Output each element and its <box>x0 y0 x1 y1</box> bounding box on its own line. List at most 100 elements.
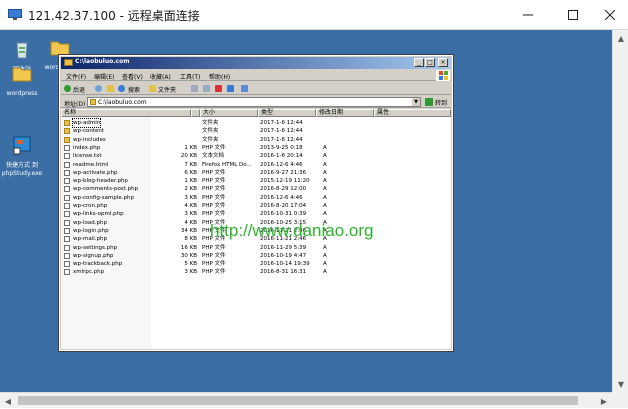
cell-name: wp-signup.php <box>73 252 114 259</box>
back-button[interactable]: 后退 <box>73 85 85 94</box>
file-icon <box>64 211 70 218</box>
cell-size: 30 KB <box>180 252 197 259</box>
cell-name: index.php <box>73 144 101 151</box>
scroll-down-icon[interactable]: ▼ <box>613 376 628 392</box>
table-row[interactable]: index.php 1 KB PHP 文件 2013-9-25 0:18 A <box>61 144 451 152</box>
table-row[interactable]: wp-comments-post.php 2 KB PHP 文件 2016-8-29 … <box>61 185 451 193</box>
menu-edit[interactable]: 编辑(E) <box>94 72 114 81</box>
table-row[interactable]: wp-settings.php 16 KB PHP 文件 2016-11-29 5:3… <box>61 244 451 252</box>
cell-name: xmlrpc.php <box>73 269 105 276</box>
cell-date: 2016-10-19 4:47 <box>260 252 307 259</box>
table-row[interactable]: wp-cron.php 4 KB PHP 文件 2016-8-20 17:04 A <box>61 202 451 210</box>
scroll-left-icon[interactable]: ◀ <box>0 393 16 409</box>
column-header-attributes[interactable]: 属性 <box>374 109 451 117</box>
cell-attributes: A <box>323 144 327 151</box>
cell-size: 3 KB <box>184 269 197 276</box>
explorer-minimize-button[interactable]: _ <box>414 58 424 67</box>
close-icon <box>605 10 615 20</box>
explorer-toolbar: 后退 搜索 文件夹 <box>61 82 451 95</box>
cell-size: 7 KB <box>184 161 197 168</box>
desktop-icon-phpstudy[interactable]: 快捷方式 到 phpStudy.exe <box>0 134 44 178</box>
file-icon <box>64 252 70 259</box>
desktop-icon-wordpress-2[interactable]: wordpress <box>0 62 44 98</box>
move-to-icon[interactable] <box>191 85 198 92</box>
address-label: 地址(D) <box>64 101 86 108</box>
cell-size: 20 KB <box>180 153 197 160</box>
folder-icon <box>12 67 32 82</box>
scroll-corner <box>612 392 628 408</box>
menu-tools[interactable]: 工具(T) <box>180 72 200 81</box>
horizontal-scroll-thumb[interactable] <box>18 396 578 405</box>
table-row[interactable]: wp-includes 文件夹 2017-1-6 12:44 <box>61 136 451 144</box>
vertical-scrollbar[interactable]: ▲ ▼ <box>612 30 628 392</box>
search-button[interactable]: 搜索 <box>128 85 140 94</box>
address-value: C:\laobuluo.com <box>98 99 147 106</box>
address-input[interactable]: C:\laobuluo.com ▼ <box>87 97 421 107</box>
folders-button[interactable]: 文件夹 <box>158 85 176 94</box>
explorer-maximize-button[interactable]: □ <box>425 58 435 67</box>
views-icon[interactable] <box>241 85 248 92</box>
explorer-titlebar: C:\laobuluo.com _ □ × <box>61 57 451 69</box>
menu-view[interactable]: 查看(V) <box>122 72 143 81</box>
go-button[interactable]: 转到 <box>435 98 447 107</box>
cell-date: 2016-10-14 19:39 <box>260 261 310 268</box>
column-header-type[interactable]: 类型 <box>258 109 316 117</box>
windows-logo-icon <box>436 70 450 81</box>
minimize-icon: _ <box>417 59 421 66</box>
cell-type: 文本文档 <box>202 153 225 160</box>
explorer-menubar: 文件(F) 编辑(E) 查看(V) 收藏(A) 工具(T) 帮助(H) <box>61 70 451 81</box>
chevron-down-icon[interactable]: ▼ <box>412 98 420 106</box>
desktop-icon-label-2: phpStudy.exe <box>1 170 43 177</box>
file-icon <box>64 169 70 176</box>
horizontal-scrollbar[interactable]: ◀ ▶ <box>0 392 612 408</box>
menu-favorites[interactable]: 收藏(A) <box>150 72 171 81</box>
column-header-name[interactable]: 名称 <box>61 109 191 117</box>
watermark-text: http://www.daniao.org <box>210 221 374 240</box>
close-button[interactable] <box>592 0 628 30</box>
file-icon <box>64 244 70 251</box>
menu-file[interactable]: 文件(F) <box>66 72 86 81</box>
copy-to-icon[interactable] <box>203 85 210 92</box>
cell-size: 2 KB <box>184 186 197 193</box>
table-row[interactable]: wp-config-sample.php 3 KB PHP 文件 2016-12-6 … <box>61 194 451 202</box>
delete-icon[interactable] <box>215 85 222 92</box>
cell-date: 2016-11-29 5:39 <box>260 244 307 251</box>
table-row[interactable]: wp-links-opml.php 3 KB PHP 文件 2016-10-31 0:… <box>61 210 451 218</box>
table-row[interactable]: wp-activate.php 6 KB PHP 文件 2016-9-27 21:36… <box>61 169 451 177</box>
column-header-date[interactable]: 修改日期 <box>316 109 374 117</box>
cell-date: 2016-12-6 4:46 <box>260 161 303 168</box>
cell-name: wp-content <box>73 128 105 135</box>
cell-attributes: A <box>323 194 327 201</box>
address-bar: 地址(D) C:\laobuluo.com ▼ 转到 <box>61 96 451 108</box>
cell-name: wp-load.php <box>73 219 107 226</box>
column-header-size[interactable]: 大小 <box>200 109 258 117</box>
maximize-button[interactable] <box>555 0 591 30</box>
cell-date: 2016-8-31 16:31 <box>260 269 307 276</box>
explorer-close-button[interactable]: × <box>438 58 448 67</box>
menu-help[interactable]: 帮助(H) <box>209 72 230 81</box>
scroll-right-icon[interactable]: ▶ <box>596 393 612 409</box>
cell-type: PHP 文件 <box>202 269 226 276</box>
file-icon <box>64 186 70 193</box>
forward-arrow-icon[interactable] <box>95 85 102 92</box>
cell-attributes: A <box>323 178 327 185</box>
table-row[interactable]: license.txt 20 KB 文本文档 2016-1-6 20:14 A <box>61 152 451 160</box>
table-row[interactable]: wp-trackback.php 5 KB PHP 文件 2016-10-14 19:… <box>61 260 451 268</box>
cell-type: PHP 文件 <box>202 252 226 259</box>
scroll-up-icon[interactable]: ▲ <box>613 30 628 46</box>
cell-date: 2016-10-31 0:39 <box>260 211 307 218</box>
cell-type: PHP 文件 <box>202 211 226 218</box>
undo-icon[interactable] <box>227 85 234 92</box>
cell-size: 5 KB <box>184 261 197 268</box>
cell-size: 1 KB <box>184 178 197 185</box>
table-row[interactable]: wp-admin 文件夹 2017-1-6 12:44 <box>61 118 451 128</box>
back-arrow-icon <box>64 85 71 92</box>
up-folder-icon[interactable] <box>107 85 114 92</box>
table-row[interactable]: readme.html 7 KB Firefox HTML Do... 2016-12… <box>61 161 451 169</box>
table-row[interactable]: wp-content 文件夹 2017-1-6 12:44 <box>61 127 451 135</box>
minimize-button[interactable] <box>510 0 546 30</box>
cell-type: PHP 文件 <box>202 261 226 268</box>
table-row[interactable]: wp-blog-header.php 1 KB PHP 文件 2015-12-19 1… <box>61 177 451 185</box>
table-row[interactable]: xmlrpc.php 3 KB PHP 文件 2016-8-31 16:31 A <box>61 268 451 276</box>
table-row[interactable]: wp-signup.php 30 KB PHP 文件 2016-10-19 4:47 A <box>61 252 451 260</box>
